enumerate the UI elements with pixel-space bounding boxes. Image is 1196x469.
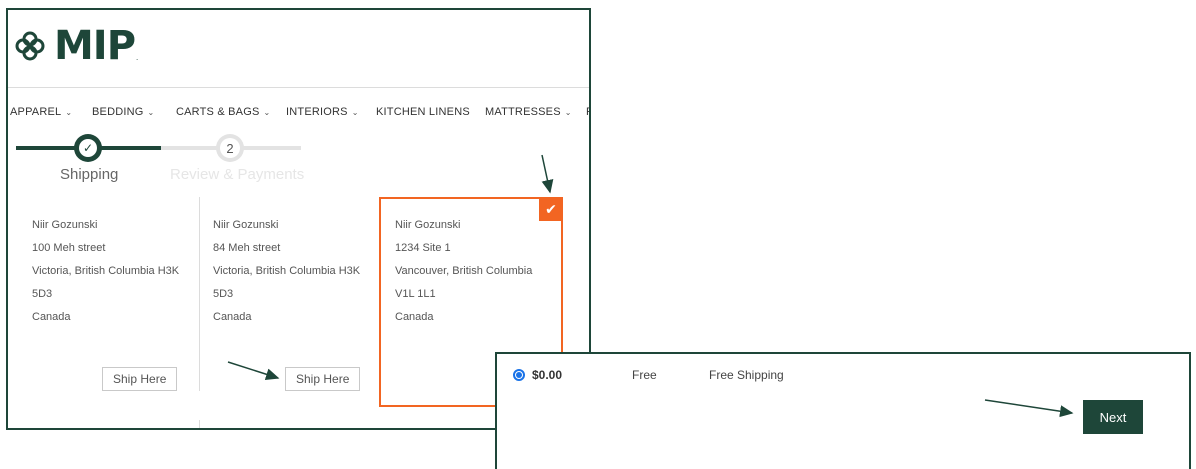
address-street: 100 Meh street (32, 242, 106, 254)
shipping-carrier: Free Shipping (709, 368, 784, 382)
address-name: Niir Gozunski (213, 219, 279, 231)
address-country: Canada (213, 311, 252, 323)
step-review-label: Review & Payments (170, 166, 305, 183)
nav-item-truncated[interactable]: R (586, 106, 589, 118)
logo-suffix: . (136, 53, 139, 62)
shipping-method: Free (632, 368, 657, 382)
nav-item-mattresses[interactable]: MATTRESSES ⌄ (485, 106, 572, 118)
nav-item-kitchen-linens[interactable]: KITCHEN LINENS (376, 106, 470, 118)
nav-item-bedding[interactable]: BEDDING ⌄ (92, 106, 154, 118)
nav-label: APPAREL (10, 106, 62, 118)
selected-check-icon: ✔ (539, 197, 563, 221)
chevron-down-icon: ⌄ (564, 107, 572, 117)
nav-label: CARTS & BAGS (176, 106, 260, 118)
next-button[interactable]: Next (1083, 400, 1143, 434)
step-number: 2 (220, 138, 240, 158)
step-review-indicator: 2 (216, 134, 244, 162)
radio-selected-dot (516, 372, 522, 378)
address-country: Canada (32, 311, 71, 323)
chevron-down-icon: ⌄ (65, 107, 73, 117)
address-name: Niir Gozunski (395, 219, 461, 231)
logo-text: MIP (54, 23, 136, 69)
shipping-method-screenshot: $0.00 Free Free Shipping Next (495, 352, 1191, 469)
nav-label: INTERIORS (286, 106, 348, 118)
nav-item-apparel[interactable]: APPAREL ⌄ (10, 106, 72, 118)
logo-clover-icon (15, 31, 45, 61)
address-card-3: Niir Gozunski 1234 Site 1 Vancouver, Bri… (395, 214, 532, 329)
card-divider (199, 197, 200, 391)
address-card-2: Niir Gozunski 84 Meh street Victoria, Br… (213, 214, 360, 329)
nav-label: KITCHEN LINENS (376, 106, 470, 118)
site-header: MIP . (8, 10, 589, 88)
card-divider (199, 420, 200, 428)
address-card-1: Niir Gozunski 100 Meh street Victoria, B… (32, 214, 179, 329)
nav-item-carts-bags[interactable]: CARTS & BAGS ⌄ (176, 106, 270, 118)
checkmark-icon: ✓ (79, 139, 97, 157)
address-street: 1234 Site 1 (395, 242, 451, 254)
address-postal: 5D3 (32, 288, 53, 300)
checkout-progress: ✓ 2 Shipping Review & Payments (8, 130, 328, 190)
step-shipping-label: Shipping (60, 166, 119, 183)
shipping-price: $0.00 (532, 368, 563, 382)
nav-item-interiors[interactable]: INTERIORS ⌄ (286, 106, 359, 118)
address-city: Vancouver, British Columbia (395, 265, 533, 277)
address-postal: V1L 1L1 (395, 288, 436, 300)
chevron-down-icon: ⌄ (351, 107, 359, 117)
ship-here-button-2[interactable]: Ship Here (285, 367, 361, 391)
address-postal: 5D3 (213, 288, 234, 300)
nav-label: R (586, 106, 589, 118)
step-shipping-indicator: ✓ (74, 134, 102, 162)
shipping-method-radio[interactable] (513, 369, 525, 381)
logo[interactable]: MIP . (14, 26, 138, 66)
ship-here-button-1[interactable]: Ship Here (102, 367, 178, 391)
address-country: Canada (395, 311, 434, 323)
address-name: Niir Gozunski (32, 219, 98, 231)
address-city: Victoria, British Columbia H3K (32, 265, 180, 277)
address-city: Victoria, British Columbia H3K (213, 265, 361, 277)
nav-label: MATTRESSES (485, 106, 561, 118)
nav-label: BEDDING (92, 106, 144, 118)
chevron-down-icon: ⌄ (147, 107, 155, 117)
chevron-down-icon: ⌄ (263, 107, 271, 117)
address-street: 84 Meh street (213, 242, 281, 254)
